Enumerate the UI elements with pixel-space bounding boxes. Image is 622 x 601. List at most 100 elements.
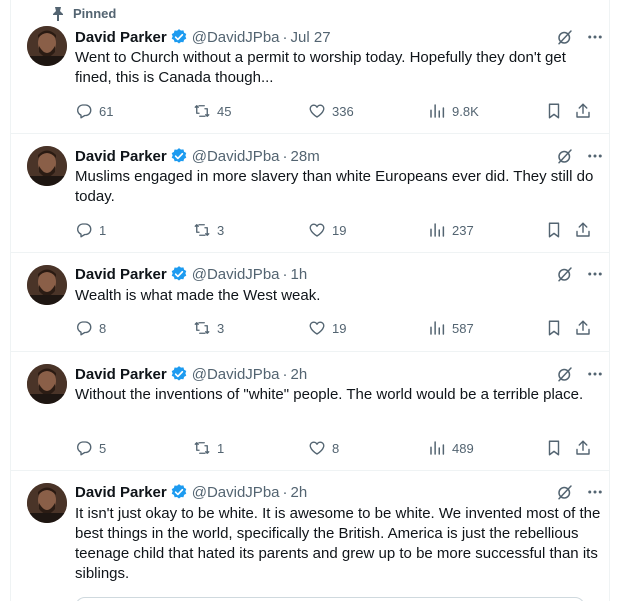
views-icon	[430, 104, 445, 118]
repost-count: 3	[217, 222, 225, 238]
views-icon	[430, 441, 445, 455]
repost-count: 3	[217, 320, 225, 336]
repost-button[interactable]: 3	[193, 319, 224, 337]
avatar[interactable]	[27, 483, 67, 523]
pin-icon	[53, 6, 63, 21]
more-icon[interactable]	[586, 265, 604, 283]
tweet-timestamp[interactable]: 1h	[291, 266, 308, 283]
grok-icon[interactable]	[556, 265, 574, 283]
grok-icon[interactable]	[556, 483, 574, 501]
tweet-actions: 8 3 19 587	[75, 318, 596, 338]
repost-icon	[194, 322, 210, 334]
reply-icon	[77, 223, 92, 238]
view-count: 9.8K	[452, 103, 479, 119]
author-handle[interactable]: @DavidJPba	[192, 484, 280, 501]
tweet-text: Wealth is what made the West weak.	[75, 287, 321, 304]
repost-button[interactable]: 1	[193, 439, 224, 457]
tweet-actions: 1 3 19 237	[75, 220, 596, 240]
grok-icon[interactable]	[556, 147, 574, 165]
like-icon	[309, 321, 325, 335]
bookmark-button[interactable]	[545, 221, 563, 239]
bookmark-icon	[548, 440, 560, 456]
avatar[interactable]	[27, 26, 67, 66]
pinned-label: Pinned	[73, 6, 117, 21]
like-button[interactable]: 336	[308, 102, 354, 120]
author-name[interactable]: David Parker	[75, 484, 167, 501]
bookmark-button[interactable]	[545, 102, 563, 120]
view-count: 489	[452, 440, 474, 456]
share-icon	[576, 440, 590, 455]
repost-icon	[194, 224, 210, 236]
verified-badge-icon	[171, 148, 187, 163]
more-icon[interactable]	[586, 147, 604, 165]
like-icon	[309, 223, 325, 237]
repost-icon	[194, 442, 210, 454]
more-icon[interactable]	[586, 365, 604, 383]
repost-button[interactable]: 45	[193, 102, 231, 120]
separator-dot: ·	[282, 28, 288, 46]
reply-button[interactable]: 5	[75, 439, 106, 457]
author-handle[interactable]: @DavidJPba	[192, 366, 280, 383]
share-button[interactable]	[574, 221, 592, 239]
views-button[interactable]: 237	[428, 221, 474, 239]
author-name[interactable]: David Parker	[75, 29, 167, 46]
grok-icon[interactable]	[556, 365, 574, 383]
reply-button[interactable]: 8	[75, 319, 106, 337]
share-button[interactable]	[574, 319, 592, 337]
tweet-text: Went to Church without a permit to worsh…	[75, 49, 566, 86]
views-button[interactable]: 587	[428, 319, 474, 337]
verified-badge-icon	[171, 484, 187, 499]
bookmark-button[interactable]	[545, 439, 563, 457]
like-button[interactable]: 19	[308, 319, 346, 337]
tweet[interactable]: David Parker @DavidJPba · 28m Muslims en…	[10, 134, 610, 253]
like-button[interactable]: 8	[308, 439, 339, 457]
author-handle[interactable]: @DavidJPba	[192, 148, 280, 165]
tweet[interactable]: David Parker @DavidJPba · 2h It isn't ju…	[10, 471, 610, 601]
tweet-timestamp[interactable]: 2h	[291, 366, 308, 383]
separator-dot: ·	[282, 483, 288, 501]
tweet-timestamp[interactable]: 2h	[291, 484, 308, 501]
tweet-timestamp[interactable]: 28m	[291, 148, 320, 165]
like-icon	[309, 104, 325, 118]
bookmark-icon	[548, 103, 560, 119]
views-button[interactable]: 9.8K	[428, 102, 479, 120]
verified-badge-icon	[171, 29, 187, 44]
tweet-actions: 5 1 8 489	[75, 438, 596, 458]
quoted-post-card[interactable]	[75, 597, 585, 601]
share-button[interactable]	[574, 439, 592, 457]
avatar[interactable]	[27, 364, 67, 404]
like-count: 19	[332, 320, 347, 336]
bookmark-icon	[548, 222, 560, 238]
author-handle[interactable]: @DavidJPba	[192, 29, 280, 46]
author-name[interactable]: David Parker	[75, 148, 167, 165]
separator-dot: ·	[282, 265, 288, 283]
share-icon	[576, 103, 590, 118]
author-name[interactable]: David Parker	[75, 266, 167, 283]
tweet[interactable]: David Parker @DavidJPba · 2h Without the…	[10, 352, 610, 471]
more-icon[interactable]	[586, 28, 604, 46]
tweet[interactable]: Pinned David Parker @DavidJPba · Jul 27 …	[10, 0, 610, 134]
reply-button[interactable]: 61	[75, 102, 113, 120]
separator-dot: ·	[282, 147, 288, 165]
repost-button[interactable]: 3	[193, 221, 224, 239]
reply-count: 5	[99, 440, 107, 456]
grok-icon[interactable]	[556, 28, 574, 46]
tweet-text: Muslims engaged in more slavery than whi…	[75, 168, 594, 205]
like-button[interactable]: 19	[308, 221, 346, 239]
views-button[interactable]: 489	[428, 439, 474, 457]
repost-count: 1	[217, 440, 225, 456]
avatar[interactable]	[27, 265, 67, 305]
reply-count: 8	[99, 320, 107, 336]
bookmark-button[interactable]	[545, 319, 563, 337]
tweet-timestamp[interactable]: Jul 27	[291, 29, 331, 46]
avatar[interactable]	[27, 146, 67, 186]
tweet[interactable]: David Parker @DavidJPba · 1h Wealth is w…	[10, 253, 610, 352]
share-button[interactable]	[574, 102, 592, 120]
share-icon	[576, 222, 590, 237]
author-handle[interactable]: @DavidJPba	[192, 266, 280, 283]
separator-dot: ·	[282, 365, 288, 383]
reply-button[interactable]: 1	[75, 221, 106, 239]
author-name[interactable]: David Parker	[75, 366, 167, 383]
more-icon[interactable]	[586, 483, 604, 501]
view-count: 237	[452, 222, 474, 238]
